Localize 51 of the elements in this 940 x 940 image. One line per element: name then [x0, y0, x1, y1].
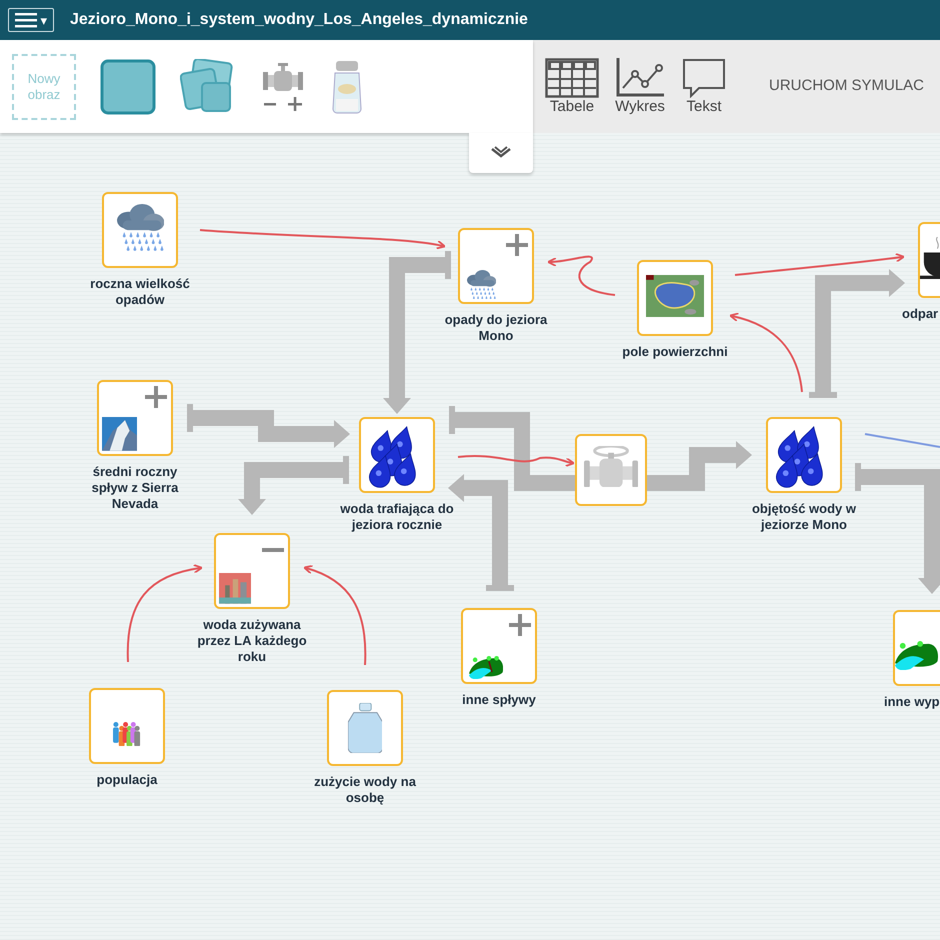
- water-bottle-icon: [348, 702, 382, 754]
- node-label: inne spływy: [461, 692, 537, 708]
- view-tab[interactable]: Wykres: [611, 58, 669, 116]
- caret-icon: ▾: [40, 14, 48, 26]
- node-label: pole powierzchni: [621, 344, 729, 360]
- line-chart-icon: [615, 58, 665, 98]
- node-label: objętość wody w jeziorze Mono: [750, 501, 857, 533]
- node-label: opady do jeziora Mono: [444, 312, 548, 344]
- node-label: średni roczny spływ z Sierra Nevada: [90, 464, 180, 512]
- expand-toolbar-button[interactable]: [469, 133, 533, 173]
- stock-tool-icon: [100, 58, 156, 114]
- variable-node[interactable]: [637, 260, 713, 336]
- node-label: woda zużywana przez LA każdego roku: [196, 617, 308, 665]
- view-tab[interactable]: Tekst: [677, 58, 731, 116]
- variable-node[interactable]: [214, 533, 290, 609]
- speech-bubble-icon: [681, 58, 727, 98]
- variable-node[interactable]: [327, 690, 403, 766]
- stock-node[interactable]: [359, 417, 435, 493]
- node-label: woda trafiająca do jeziora rocznie: [339, 501, 455, 533]
- node-label: odpar: [902, 306, 938, 322]
- salt-shaker-button[interactable]: [330, 58, 364, 114]
- variable-node[interactable]: [97, 380, 173, 456]
- valve-icon: [584, 446, 638, 488]
- variable-node[interactable]: [89, 688, 165, 764]
- variable-node[interactable]: [102, 192, 178, 268]
- stock-node[interactable]: [766, 417, 842, 493]
- variable-node[interactable]: [461, 608, 537, 684]
- lake-map-icon: [646, 274, 704, 318]
- link-arrow: [547, 256, 616, 296]
- node-label: roczna wielkość opadów: [89, 276, 191, 308]
- landscape-icon: [895, 641, 938, 670]
- menu-button[interactable]: ▾: [8, 8, 54, 32]
- node-label: populacja: [96, 772, 158, 788]
- stock-tool-button[interactable]: [100, 58, 156, 114]
- model-title: Jezioro_Mono_i_system_wodny_Los_Angeles_dynamicznie: [70, 10, 528, 30]
- rain-cloud-icon: [466, 270, 496, 299]
- menu-icon: [14, 12, 36, 28]
- chevron-down-icon: [490, 146, 512, 160]
- people-icon: [113, 722, 141, 746]
- landscape-icon: [469, 656, 504, 679]
- salt-shaker-icon: [330, 58, 364, 114]
- run-simulation-button[interactable]: URUCHOM SYMULAC: [763, 74, 930, 99]
- variable-node[interactable]: [458, 228, 534, 304]
- city-icon: [219, 573, 252, 604]
- mountain-icon: [102, 417, 138, 451]
- view-tab[interactable]: Tabele: [541, 58, 603, 116]
- table-icon: [545, 58, 599, 98]
- valve-node[interactable]: [575, 434, 647, 506]
- node-label: zużycie wody na osobę: [313, 774, 417, 806]
- rain-cloud-icon: [116, 204, 164, 251]
- node-label: inne wyp: [884, 694, 940, 710]
